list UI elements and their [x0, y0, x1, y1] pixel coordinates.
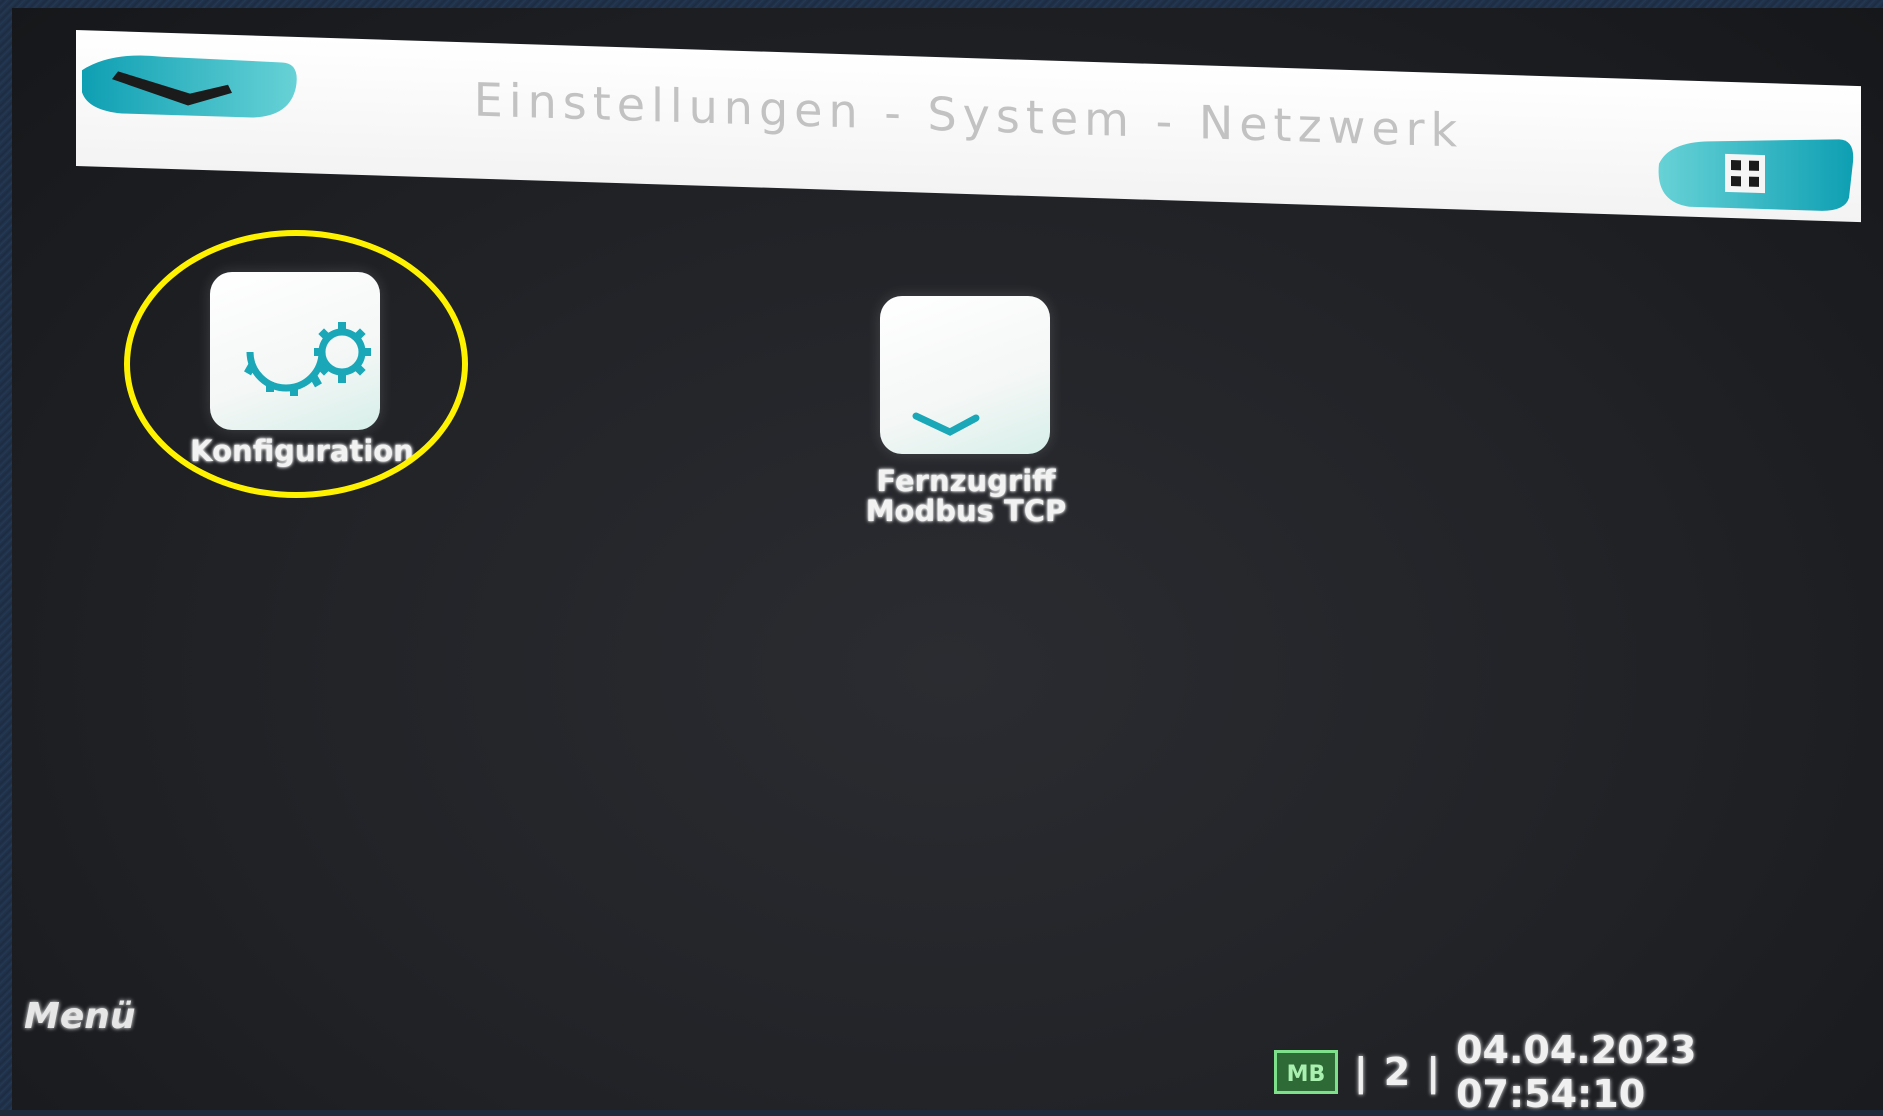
status-separator: | [1353, 1050, 1368, 1094]
tile-label-line1: Fernzugriff [876, 464, 1056, 498]
tile-konfiguration[interactable] [210, 272, 380, 430]
status-page-number: 2 [1383, 1050, 1411, 1094]
hmi-screen: Einstellungen - System - Netzwerk Konfig… [12, 8, 1883, 1116]
tile-label-konfiguration[interactable]: Konfiguration [152, 436, 452, 466]
title-bar: Einstellungen - System - Netzwerk [76, 30, 1861, 223]
status-bar: MB | 2 | 04.04.2023 07:54:10 [1274, 1028, 1883, 1116]
tile-label-line2: Modbus TCP [865, 494, 1067, 528]
page-title: Einstellungen - System - Netzwerk [473, 72, 1464, 158]
checkmark-icon [912, 412, 980, 436]
tile-label-fernzugriff[interactable]: Fernzugriff Modbus TCP [816, 466, 1116, 526]
status-datetime: 04.04.2023 07:54:10 [1456, 1028, 1697, 1116]
menu-button[interactable]: Menü [24, 996, 136, 1037]
tile-fernzugriff-modbus[interactable] [880, 296, 1050, 454]
home-icon [1658, 139, 1854, 211]
home-button[interactable] [1649, 127, 1855, 213]
modbus-status-badge: MB [1274, 1050, 1338, 1094]
back-button[interactable] [82, 40, 300, 121]
gears-icon [244, 322, 371, 396]
back-arrow-icon [82, 55, 297, 118]
status-separator: | [1426, 1050, 1441, 1094]
